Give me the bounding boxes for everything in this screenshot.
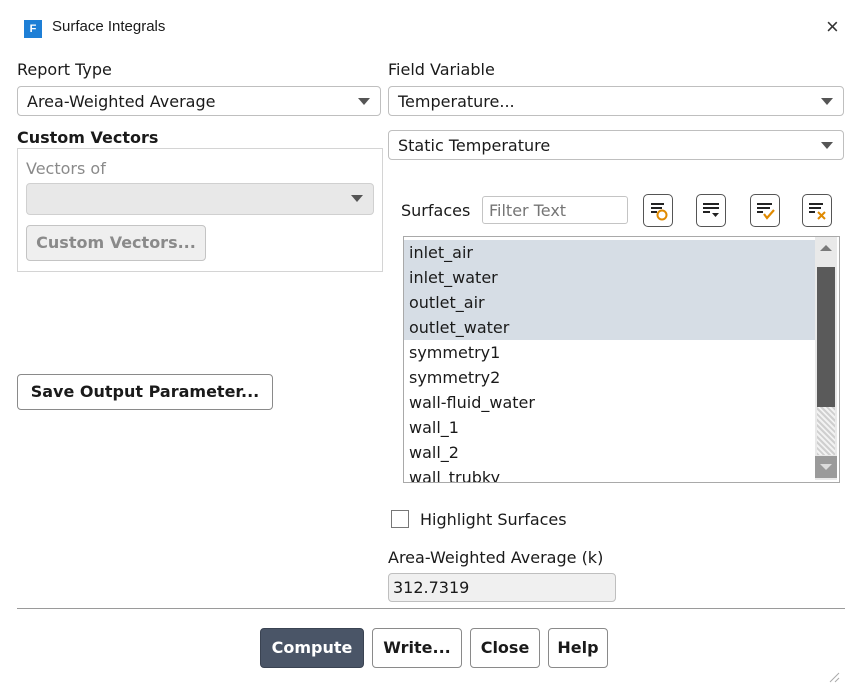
- help-button[interactable]: Help: [548, 628, 608, 668]
- close-icon[interactable]: ×: [826, 14, 839, 40]
- field-category-value: Temperature...: [398, 92, 515, 111]
- result-label: Area-Weighted Average (k): [388, 548, 604, 567]
- fluent-app-icon: F: [24, 20, 42, 38]
- report-type-label: Report Type: [17, 60, 112, 79]
- surface-list-item[interactable]: wall_trubky: [404, 465, 815, 482]
- surface-list-item[interactable]: symmetry1: [404, 340, 815, 365]
- report-type-value: Area-Weighted Average: [27, 92, 216, 111]
- surfaces-scrollbar[interactable]: [815, 237, 837, 480]
- surfaces-label: Surfaces: [401, 201, 471, 220]
- chevron-down-icon: [358, 98, 370, 105]
- surface-list-item[interactable]: wall_1: [404, 415, 815, 440]
- custom-vectors-heading: Custom Vectors: [17, 128, 159, 147]
- scroll-up-arrow-icon[interactable]: [815, 237, 837, 259]
- vectors-of-dropdown[interactable]: [26, 183, 374, 215]
- custom-vectors-group: Vectors of Custom Vectors...: [17, 148, 383, 272]
- result-field: 312.7319: [388, 573, 616, 602]
- surface-list-item[interactable]: outlet_air: [404, 290, 815, 315]
- chevron-down-icon: [821, 142, 833, 149]
- scroll-down-arrow-icon[interactable]: [815, 456, 837, 478]
- list-options-icon[interactable]: [696, 194, 726, 227]
- surface-list-item[interactable]: inlet_air: [404, 240, 815, 265]
- chevron-down-icon: [351, 195, 363, 202]
- compute-button[interactable]: Compute: [260, 628, 364, 668]
- surfaces-filter-input[interactable]: [482, 196, 628, 224]
- report-type-dropdown[interactable]: Area-Weighted Average: [17, 86, 381, 116]
- surface-list-item[interactable]: symmetry2: [404, 365, 815, 390]
- window-title: Surface Integrals: [52, 18, 166, 35]
- divider: [17, 608, 845, 609]
- select-all-icon[interactable]: [643, 194, 673, 227]
- surface-list-item[interactable]: wall-fluid_water: [404, 390, 815, 415]
- field-category-dropdown[interactable]: Temperature...: [388, 86, 844, 116]
- check-selected-icon[interactable]: [750, 194, 780, 227]
- close-button[interactable]: Close: [470, 628, 540, 668]
- custom-vectors-button[interactable]: Custom Vectors...: [26, 225, 206, 261]
- field-variable-value: Static Temperature: [398, 136, 551, 155]
- highlight-surfaces-label: Highlight Surfaces: [420, 510, 567, 529]
- surfaces-list[interactable]: inlet_air inlet_water outlet_air outlet_wat…: [403, 236, 840, 483]
- chevron-down-icon: [821, 98, 833, 105]
- surface-list-item[interactable]: inlet_water: [404, 265, 815, 290]
- save-output-parameter-button[interactable]: Save Output Parameter...: [17, 374, 273, 410]
- deselect-all-icon[interactable]: [802, 194, 832, 227]
- result-value: 312.7319: [393, 578, 470, 597]
- vectors-of-label: Vectors of: [26, 159, 106, 178]
- field-variable-label: Field Variable: [388, 60, 495, 79]
- resize-grip-icon[interactable]: [826, 668, 840, 683]
- scroll-track-hatch: [817, 407, 835, 455]
- highlight-surfaces-checkbox[interactable]: [391, 510, 409, 528]
- title-bar: F Surface Integrals ×: [0, 0, 845, 58]
- field-variable-dropdown[interactable]: Static Temperature: [388, 130, 844, 160]
- surface-list-item[interactable]: wall_2: [404, 440, 815, 465]
- surface-list-item[interactable]: outlet_water: [404, 315, 815, 340]
- write-button[interactable]: Write...: [372, 628, 462, 668]
